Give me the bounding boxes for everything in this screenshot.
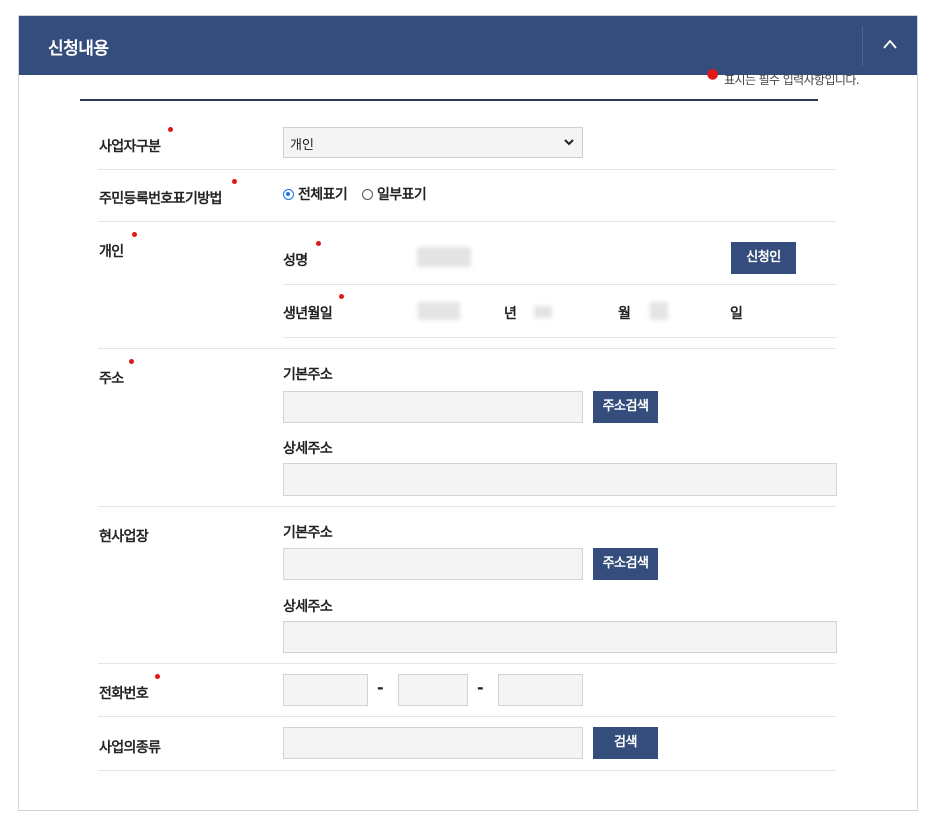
row-divider bbox=[98, 716, 836, 717]
phone-label: 전화번호 bbox=[99, 686, 149, 702]
address-detail-label: 상세주소 bbox=[283, 441, 333, 457]
applicant-button[interactable]: 신청인 bbox=[731, 242, 796, 274]
row-divider bbox=[98, 770, 836, 771]
birth-day-redacted bbox=[650, 302, 668, 320]
birth-month-redacted bbox=[534, 306, 552, 318]
panel-title: 신청내용 bbox=[48, 39, 109, 59]
worksite-basic-label: 기본주소 bbox=[283, 525, 333, 541]
year-unit: 년 bbox=[504, 306, 517, 322]
business-kind-label: 사업의종류 bbox=[99, 740, 161, 756]
business-kind-input[interactable] bbox=[283, 727, 583, 759]
chevron-down-icon bbox=[564, 139, 574, 146]
month-unit: 월 bbox=[618, 306, 631, 322]
worksite-search-button[interactable]: 주소검색 bbox=[593, 548, 658, 580]
required-marker bbox=[232, 179, 237, 184]
name-label: 성명 bbox=[283, 253, 308, 269]
address-label: 주소 bbox=[99, 371, 124, 387]
radio-partial-display[interactable]: 일부표기 bbox=[362, 184, 427, 204]
required-note-text: 표시는 필수 입력사항입니다. bbox=[724, 73, 860, 87]
collapse-button[interactable] bbox=[863, 16, 917, 75]
address-search-button[interactable]: 주소검색 bbox=[593, 391, 658, 423]
worksite-detail-label: 상세주소 bbox=[283, 599, 333, 615]
row-divider bbox=[98, 506, 836, 507]
worksite-label: 현사업장 bbox=[99, 529, 149, 545]
phone-part2-input[interactable] bbox=[398, 674, 468, 706]
business-type-value: 개인 bbox=[290, 138, 314, 153]
required-marker bbox=[155, 674, 160, 679]
radio-unchecked-icon bbox=[362, 188, 373, 200]
address-basic-label: 기본주소 bbox=[283, 367, 333, 383]
phone-separator: - bbox=[377, 678, 384, 697]
day-unit: 일 bbox=[730, 306, 743, 322]
required-dot-icon: ● bbox=[706, 66, 719, 82]
radio-full-label: 전체표기 bbox=[298, 187, 348, 203]
business-type-select[interactable]: 개인 bbox=[283, 127, 583, 158]
radio-full-display[interactable]: 전체표기 bbox=[283, 184, 348, 204]
panel-header: 신청내용 bbox=[19, 16, 917, 75]
phone-separator: - bbox=[477, 678, 484, 697]
row-divider bbox=[98, 169, 836, 170]
required-marker bbox=[339, 294, 344, 299]
phone-part1-input[interactable] bbox=[283, 674, 368, 706]
address-basic-input[interactable] bbox=[283, 391, 583, 423]
top-divider bbox=[80, 99, 818, 101]
business-kind-search-button[interactable]: 검색 bbox=[593, 727, 658, 759]
birth-label: 생년월일 bbox=[283, 306, 333, 322]
worksite-detail-input[interactable] bbox=[283, 621, 837, 653]
radio-partial-label: 일부표기 bbox=[377, 187, 427, 203]
business-type-label: 사업자구분 bbox=[99, 139, 161, 155]
chevron-up-icon bbox=[883, 39, 897, 49]
rrn-display-label: 주민등록번호표기방법 bbox=[99, 191, 222, 207]
name-value-redacted bbox=[417, 247, 471, 267]
radio-checked-icon bbox=[283, 188, 294, 200]
required-note: ● 표시는 필수 입력사항입니다. bbox=[706, 66, 860, 88]
required-marker bbox=[316, 241, 321, 246]
row-divider bbox=[98, 663, 836, 664]
individual-label: 개인 bbox=[99, 244, 124, 260]
row-divider bbox=[283, 284, 837, 285]
row-divider bbox=[283, 337, 837, 338]
required-marker bbox=[132, 232, 137, 237]
required-marker bbox=[129, 359, 134, 364]
required-marker bbox=[168, 127, 173, 132]
row-divider bbox=[98, 348, 836, 349]
row-divider bbox=[98, 221, 836, 222]
phone-part3-input[interactable] bbox=[498, 674, 583, 706]
address-detail-input[interactable] bbox=[283, 463, 837, 496]
worksite-basic-input[interactable] bbox=[283, 548, 583, 580]
birth-year-redacted bbox=[418, 302, 460, 320]
